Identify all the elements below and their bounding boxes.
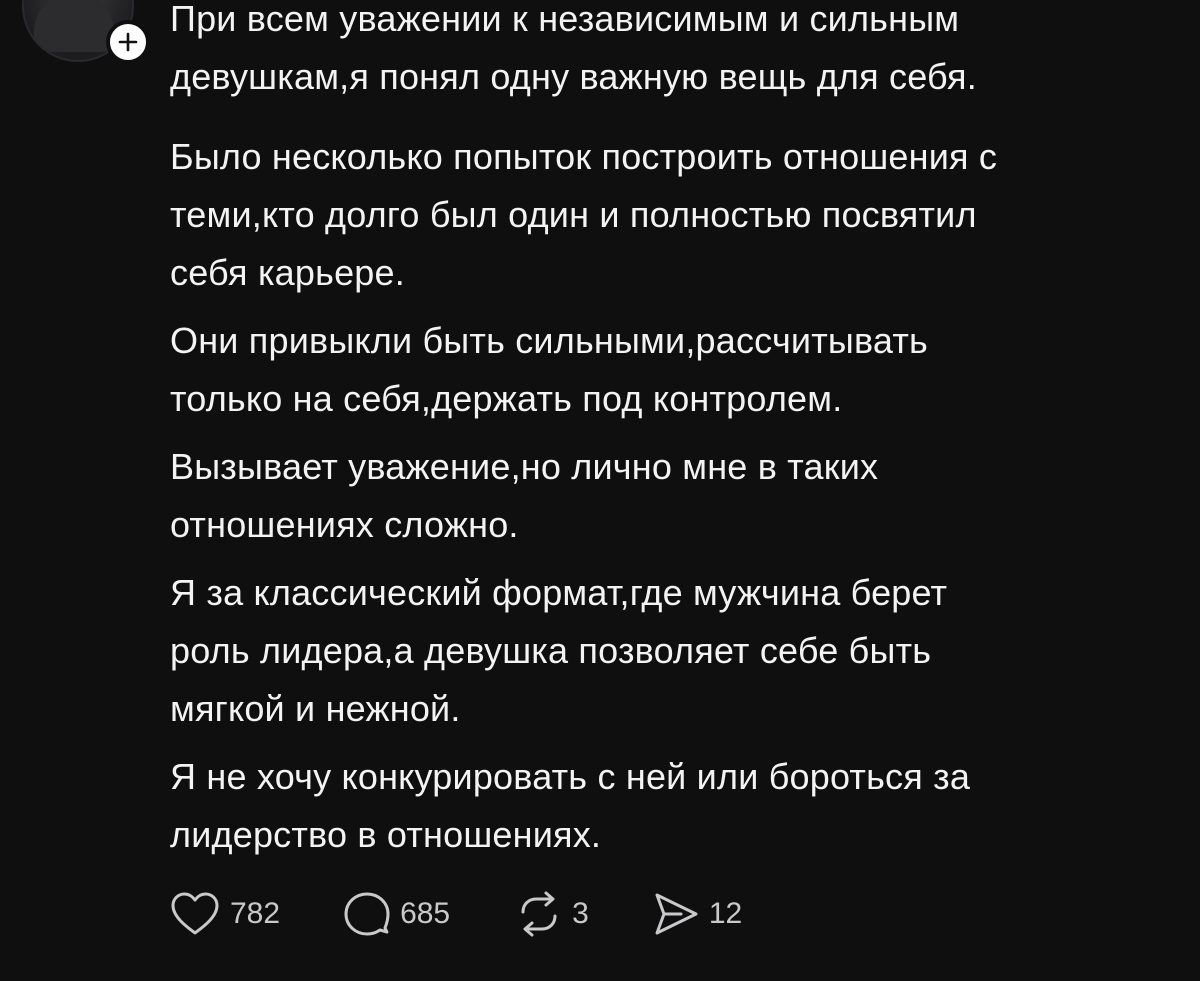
- heart-icon: [168, 890, 222, 938]
- avatar-image: [34, 0, 114, 52]
- send-icon: [651, 890, 701, 938]
- post-paragraph: Я за классический формат,где мужчина бер…: [170, 564, 1170, 738]
- post-line: себя карьере.: [170, 252, 405, 293]
- post-paragraph: Я не хочу конкурировать с ней или бороть…: [170, 748, 1170, 864]
- post-paragraph: Они привыкли быть сильными,рассчитывать …: [170, 312, 1170, 428]
- post-line: Вызывает уважение,но лично мне в таких: [170, 446, 879, 487]
- reply-button[interactable]: 685: [342, 890, 450, 938]
- post-line: только на себя,держать под контролем.: [170, 378, 843, 419]
- post-line: роль лидера,а девушка позволяет себе быт…: [170, 630, 932, 671]
- post-paragraph: Вызывает уважение,но лично мне в таких о…: [170, 438, 1170, 554]
- like-count: 782: [230, 897, 281, 930]
- post-line: Они привыкли быть сильными,рассчитывать: [170, 320, 928, 361]
- reply-count: 685: [400, 897, 451, 930]
- like-button[interactable]: 782: [168, 890, 280, 938]
- post-line: Я за классический формат,где мужчина бер…: [170, 572, 948, 613]
- post-actions: 782 685 3 12: [168, 890, 742, 938]
- repost-button[interactable]: 3: [514, 890, 589, 938]
- repost-count: 3: [572, 897, 589, 930]
- share-count: 12: [708, 897, 743, 930]
- post-paragraph: При всем уважении к независимым и сильны…: [170, 0, 1170, 106]
- post-line: Было несколько попыток построить отношен…: [170, 136, 998, 177]
- post-line: Я не хочу конкурировать с ней или бороть…: [170, 756, 971, 797]
- post-line: теми,кто долго был один и полностью посв…: [170, 194, 977, 235]
- post-line: девушкам,я понял одну важную вещь для се…: [170, 56, 977, 97]
- post-line: При всем уважении к независимым и сильны…: [170, 0, 960, 39]
- post-line: мягкой и нежной.: [170, 688, 461, 729]
- plus-icon: [117, 31, 139, 53]
- follow-button[interactable]: [106, 20, 150, 64]
- post-paragraph: Было несколько попыток построить отношен…: [170, 128, 1170, 302]
- share-button[interactable]: 12: [651, 890, 742, 938]
- post-line: лидерство в отношениях.: [170, 814, 602, 855]
- post-line: отношениях сложно.: [170, 504, 519, 545]
- post-body: При всем уважении к независимым и сильны…: [170, 0, 1170, 864]
- repost-icon: [514, 890, 564, 938]
- comment-icon: [342, 890, 392, 938]
